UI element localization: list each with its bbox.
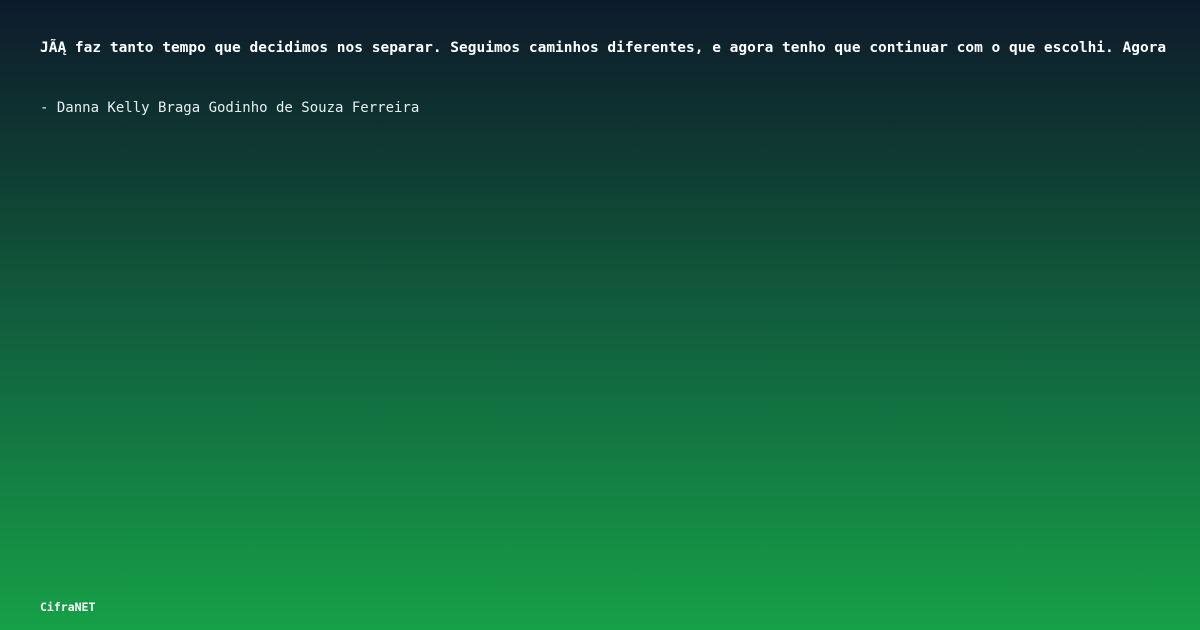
share-card: { "quote": { "text": "JÃĄ faz tanto temp… [0, 0, 1200, 630]
quote-author: - Danna Kelly Braga Godinho de Souza Fer… [40, 100, 420, 116]
quote-text: JÃĄ faz tanto tempo que decidimos nos se… [40, 40, 1167, 56]
brand-logo-text[interactable]: CifraNET [40, 599, 95, 615]
